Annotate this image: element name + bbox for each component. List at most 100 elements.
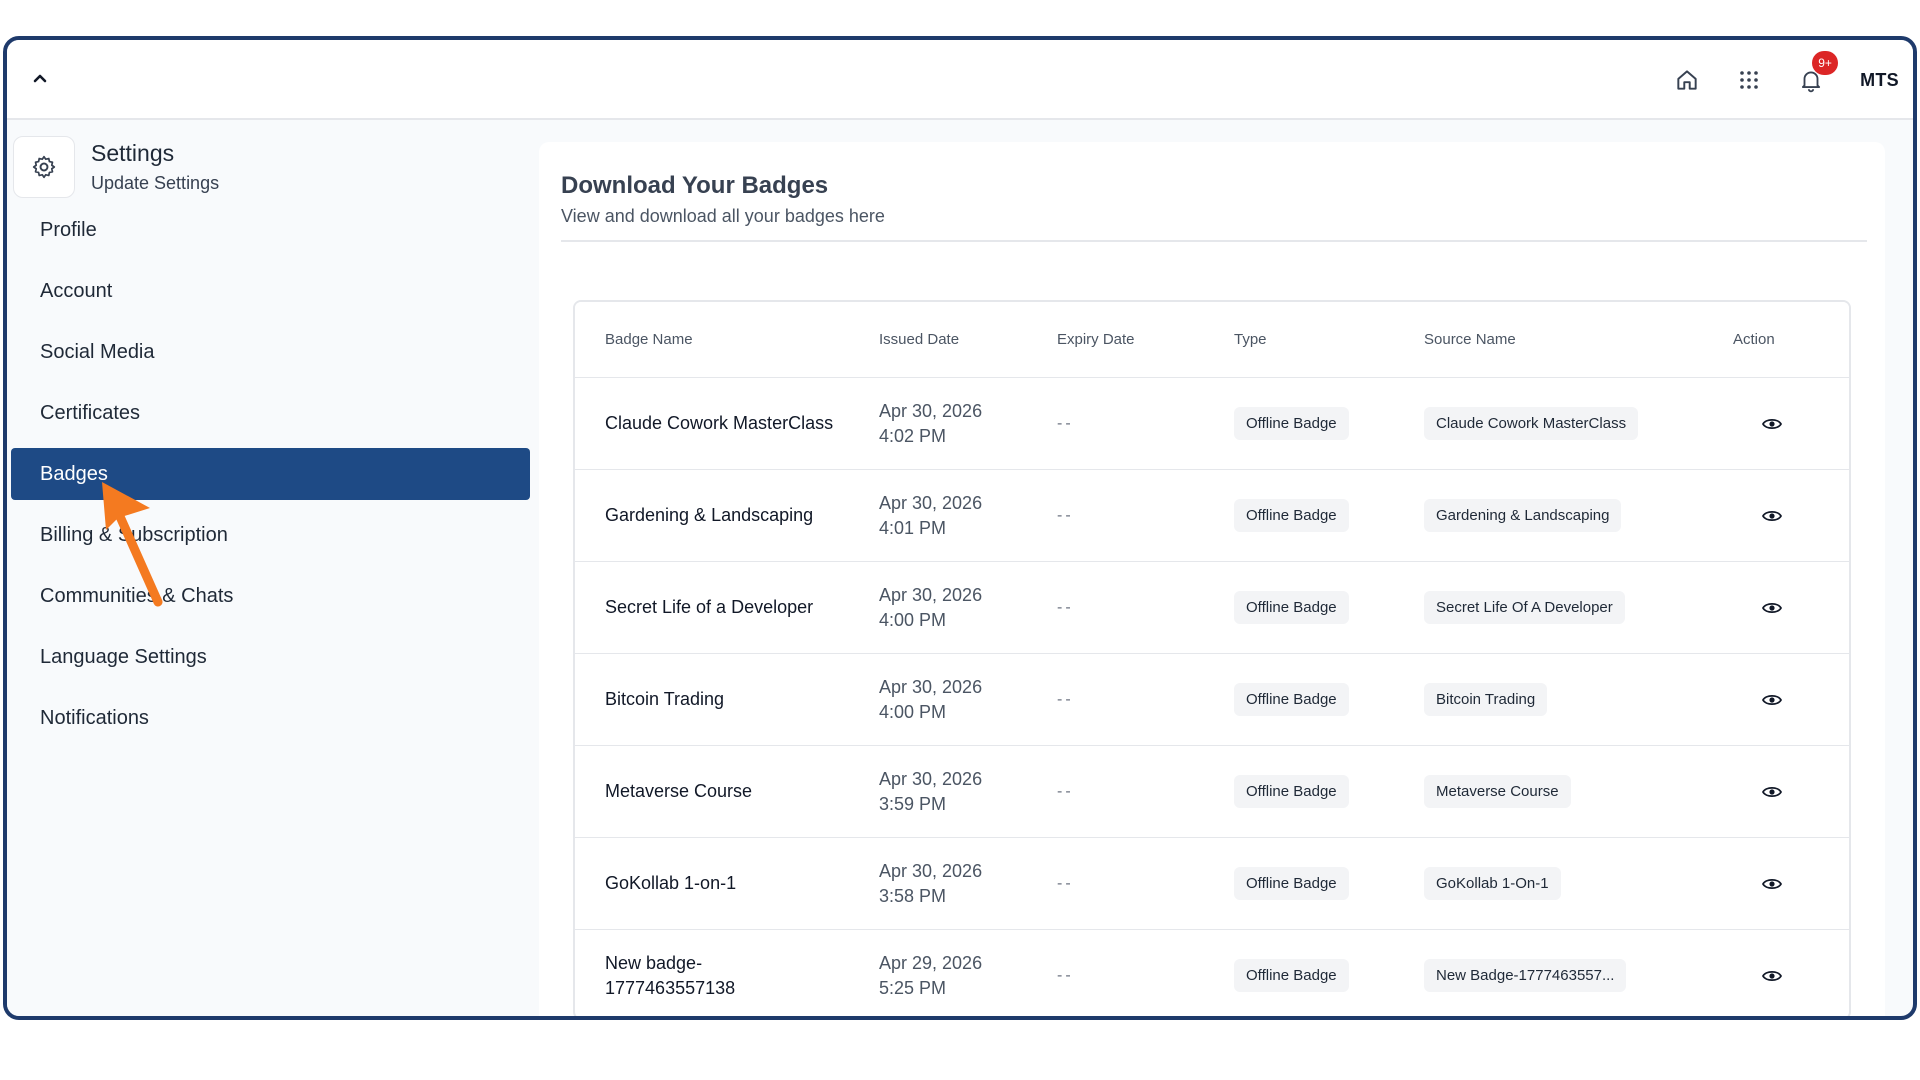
- expiry-date: --: [1057, 414, 1074, 432]
- badge-name: New badge-: [605, 952, 703, 973]
- issued-date-cell: Apr 30, 2026 4:02 PM: [879, 399, 1057, 449]
- issued-date: Apr 30, 2026: [879, 584, 983, 605]
- eye-icon[interactable]: [1761, 965, 1783, 987]
- table-row: GoKollab 1-on-1 Apr 30, 2026 3:58 PM -- Offl…: [575, 838, 1849, 930]
- sidebar-item-badges[interactable]: Badges: [11, 448, 530, 500]
- apps-grid-icon[interactable]: [1736, 67, 1762, 93]
- notification-count-badge: 9+: [1812, 51, 1839, 75]
- expiry-date: --: [1057, 506, 1074, 524]
- issued-time: 4:02 PM: [879, 425, 947, 446]
- issued-time: 5:25 PM: [879, 977, 947, 998]
- issued-date: Apr 29, 2026: [879, 952, 983, 973]
- expiry-date-cell: --: [1057, 415, 1234, 433]
- settings-header: Settings Update Settings: [13, 136, 219, 198]
- sidebar-item-certificates[interactable]: Certificates: [11, 387, 530, 439]
- top-actions: 9+ MTS: [1674, 40, 1899, 120]
- table-row: Bitcoin Trading Apr 30, 2026 4:00 PM -- Offl…: [575, 654, 1849, 746]
- badges-table: Badge Name Issued Date Expiry Date Type …: [573, 300, 1851, 1016]
- sidebar-item-billing[interactable]: Billing & Subscription: [11, 509, 530, 561]
- bell-icon[interactable]: 9+: [1798, 51, 1839, 93]
- column-header-issued-date[interactable]: Issued Date: [879, 331, 1057, 348]
- eye-icon[interactable]: [1761, 689, 1783, 711]
- expiry-date: --: [1057, 874, 1074, 892]
- source-cell: Bitcoin Trading: [1424, 683, 1729, 716]
- badge-name: GoKollab 1-on-1: [605, 873, 737, 893]
- expiry-date-cell: --: [1057, 783, 1234, 801]
- column-header-badge-name[interactable]: Badge Name: [575, 331, 879, 348]
- type-chip: Offline Badge: [1234, 683, 1349, 716]
- badge-name-cell: Secret Life of a Developer: [575, 595, 879, 620]
- type-cell: Offline Badge: [1234, 683, 1424, 716]
- source-chip: New Badge-1777463557...: [1424, 959, 1627, 992]
- sidebar-item-communities[interactable]: Communities & Chats: [11, 570, 530, 622]
- eye-icon[interactable]: [1761, 505, 1783, 527]
- type-chip: Offline Badge: [1234, 591, 1349, 624]
- table-row: Gardening & Landscaping Apr 30, 2026 4:01 …: [575, 470, 1849, 562]
- issued-date: Apr 30, 2026: [879, 676, 983, 697]
- user-avatar[interactable]: MTS: [1860, 70, 1899, 91]
- column-header-expiry-date[interactable]: Expiry Date: [1057, 331, 1234, 348]
- source-chip: Bitcoin Trading: [1424, 683, 1548, 716]
- issued-time: 4:01 PM: [879, 517, 947, 538]
- type-chip: Offline Badge: [1234, 407, 1349, 440]
- gear-icon: [13, 136, 75, 198]
- source-cell: Gardening & Landscaping: [1424, 499, 1729, 532]
- eye-icon[interactable]: [1761, 597, 1783, 619]
- settings-nav: Profile Account Social Media Certificate…: [7, 204, 537, 753]
- home-icon[interactable]: [1674, 67, 1700, 93]
- eye-icon[interactable]: [1761, 781, 1783, 803]
- sidebar-item-social-media[interactable]: Social Media: [11, 326, 530, 378]
- type-cell: Offline Badge: [1234, 959, 1424, 992]
- type-cell: Offline Badge: [1234, 407, 1424, 440]
- top-bar: 9+ MTS: [7, 40, 1913, 120]
- column-header-source-name[interactable]: Source Name: [1424, 331, 1729, 348]
- source-chip: Claude Cowork MasterClass: [1424, 407, 1639, 440]
- action-cell: [1729, 965, 1849, 987]
- source-chip: GoKollab 1-On-1: [1424, 867, 1561, 900]
- table-body: Claude Cowork MasterClass Apr 30, 2026 4:0…: [575, 378, 1849, 1016]
- main-content: Download Your Badges View and download a…: [539, 142, 1885, 1016]
- annotation-arrow-icon: [102, 482, 163, 607]
- badge-name: Secret Life of a Developer: [605, 597, 814, 617]
- sidebar-item-profile[interactable]: Profile: [11, 204, 530, 256]
- column-header-type[interactable]: Type: [1234, 331, 1424, 348]
- action-cell: [1729, 873, 1849, 895]
- expiry-date: --: [1057, 690, 1074, 708]
- badge-name: Metaverse Course: [605, 781, 753, 801]
- expiry-date: --: [1057, 782, 1074, 800]
- sidebar-item-label: Social Media: [40, 340, 155, 363]
- action-cell: [1729, 597, 1849, 619]
- issued-date-cell: Apr 30, 2026 4:01 PM: [879, 491, 1057, 541]
- table-row: Secret Life of a Developer Apr 30, 2026 4:…: [575, 562, 1849, 654]
- badge-name-cell: GoKollab 1-on-1: [575, 871, 879, 896]
- issued-date-cell: Apr 30, 2026 3:59 PM: [879, 767, 1057, 817]
- source-chip: Secret Life Of A Developer: [1424, 591, 1625, 624]
- badge-name: Gardening & Landscaping: [605, 505, 814, 525]
- sidebar-item-notifications[interactable]: Notifications: [11, 692, 530, 744]
- type-chip: Offline Badge: [1234, 867, 1349, 900]
- settings-sidebar: Settings Update Settings Profile Account…: [7, 120, 537, 1016]
- source-cell: New Badge-1777463557...: [1424, 959, 1729, 992]
- divider: [561, 240, 1867, 242]
- chevron-up-icon[interactable]: [29, 67, 51, 89]
- sidebar-item-language[interactable]: Language Settings: [11, 631, 530, 683]
- issued-date-cell: Apr 30, 2026 4:00 PM: [879, 675, 1057, 725]
- issued-date-cell: Apr 29, 2026 5:25 PM: [879, 951, 1057, 1001]
- eye-icon[interactable]: [1761, 413, 1783, 435]
- source-chip: Metaverse Course: [1424, 775, 1571, 808]
- expiry-date: --: [1057, 966, 1074, 984]
- table-row: Claude Cowork MasterClass Apr 30, 2026 4:0…: [575, 378, 1849, 470]
- table-row: New badge- 1777463557138 Apr 29, 2026 5:25 …: [575, 930, 1849, 1016]
- action-cell: [1729, 689, 1849, 711]
- table-header: Badge Name Issued Date Expiry Date Type …: [575, 302, 1849, 378]
- issued-date-cell: Apr 30, 2026 3:58 PM: [879, 859, 1057, 909]
- column-header-action: Action: [1733, 331, 1775, 348]
- sidebar-item-account[interactable]: Account: [11, 265, 530, 317]
- issued-date: Apr 30, 2026: [879, 860, 983, 881]
- eye-icon[interactable]: [1761, 873, 1783, 895]
- issued-time: 4:00 PM: [879, 609, 947, 630]
- issued-date-cell: Apr 30, 2026 4:00 PM: [879, 583, 1057, 633]
- sidebar-item-label: Profile: [40, 218, 97, 241]
- settings-title: Settings: [91, 140, 175, 166]
- badge-name-cell: New badge- 1777463557138: [575, 951, 879, 1001]
